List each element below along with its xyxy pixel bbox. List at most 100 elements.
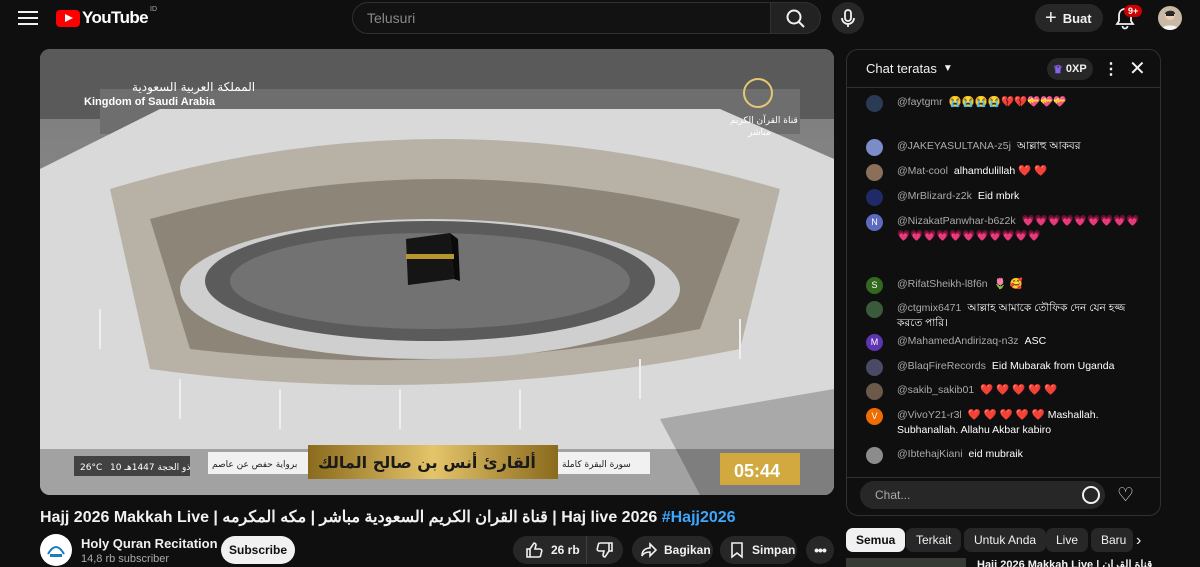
heart-reaction-icon[interactable]: ♡ (1117, 484, 1134, 507)
clock-text: 05:44 (734, 461, 780, 481)
temperature-text: 26°C (80, 463, 102, 473)
chat-avatar[interactable] (866, 301, 883, 318)
hashtag-link[interactable]: #Hajj2026 (662, 509, 736, 526)
recommended-thumbnail[interactable] (846, 558, 966, 567)
search-button[interactable] (771, 2, 821, 34)
chat-message: @JAKEYASULTANA-z5j আল্লাহু আকবর (866, 139, 1146, 156)
recommended-video[interactable]: Hajj 2026 Makkah Live | قناة القران (846, 558, 1161, 567)
chat-input[interactable]: Chat... (860, 481, 1105, 509)
chat-text: ❤️ ❤️ ❤️ ❤️ ❤️ (980, 384, 1058, 396)
chat-avatar[interactable] (866, 359, 883, 376)
hijri-date-text: 10 ذو الحجة 1447هـ (110, 463, 190, 473)
more-actions-icon[interactable]: ••• (806, 536, 834, 564)
search-input[interactable]: Telusuri (352, 2, 771, 34)
chat-avatar[interactable]: N (866, 214, 883, 231)
chat-message: @faytgmr 😭😭😭😭💔💔💝💝💝 (866, 95, 1146, 112)
chat-author[interactable]: @NizakatPanwhar-b6z2k (897, 215, 1016, 227)
chat-avatar[interactable] (866, 189, 883, 206)
create-button[interactable]: + Buat (1035, 4, 1103, 32)
chat-avatar[interactable] (866, 164, 883, 181)
chat-author[interactable]: @faytgmr (897, 96, 943, 108)
chat-author[interactable]: @BlaqFireRecords (897, 360, 986, 372)
share-label: Bagikan (664, 543, 711, 557)
save-button[interactable]: Simpan (720, 536, 797, 564)
chat-author[interactable]: @IbtehajKiani (897, 448, 963, 460)
chat-avatar[interactable]: V (866, 408, 883, 425)
thumbs-down-icon (596, 542, 613, 558)
chip-related[interactable]: Terkait (906, 528, 962, 552)
chat-avatar[interactable]: M (866, 334, 883, 351)
search-icon (786, 9, 805, 28)
live-chat-panel: Chat teratas ▼ ♛ 0XP ⋮ ✕ @faytgmr 😭😭😭😭💔💔💝💝💝… (846, 49, 1161, 516)
share-button[interactable]: Bagikan (632, 536, 713, 564)
chat-text: ASC (1024, 335, 1047, 347)
like-count: 26 rb (551, 543, 580, 557)
chat-text: 😭😭😭😭💔💔💝💝💝 (948, 96, 1067, 108)
channel-avatar[interactable] (40, 534, 72, 566)
chat-author[interactable]: @JAKEYASULTANA-z5j (897, 140, 1011, 152)
chat-text: eid mubraik (968, 448, 1023, 460)
chat-message: @IbtehajKiani eid mubraik (866, 447, 1146, 464)
chip-for-you[interactable]: Untuk Anda (964, 528, 1047, 552)
voice-search-button[interactable] (832, 2, 864, 34)
chat-avatar[interactable] (866, 95, 883, 112)
chat-message: @BlaqFireRecords Eid Mubarak from Uganda (866, 359, 1146, 376)
bookmark-icon (731, 542, 743, 559)
chip-all[interactable]: Semua (846, 528, 906, 552)
recommended-title[interactable]: Hajj 2026 Makkah Live | قناة القران (977, 558, 1152, 567)
chat-menu-icon[interactable]: ⋮ (1103, 59, 1119, 79)
chat-message: N @NizakatPanwhar-b6z2k 💗💗💗💗💗💗💗💗💗💗💗💗💗💗💗💗💗… (866, 214, 1146, 244)
thumbs-up-icon (526, 542, 543, 558)
video-title: Hajj 2026 Makkah Live | قناة القران الكر… (40, 507, 840, 527)
xp-label: 0XP (1065, 63, 1087, 75)
chat-author[interactable]: @RifatSheikh-l8f6n (897, 278, 988, 290)
chat-mode-selector[interactable]: Chat teratas (866, 61, 937, 76)
share-icon (641, 542, 658, 558)
video-player[interactable]: المملكة العربية السعودية Kingdom of Saud… (40, 49, 834, 495)
chat-author[interactable]: @MrBlizard-z2k (897, 190, 972, 202)
chip-new[interactable]: Baru (1091, 528, 1133, 552)
like-dislike-group: 26 rb (513, 536, 623, 564)
dislike-button[interactable] (587, 541, 623, 559)
kingdom-english-text: Kingdom of Saudi Arabia (84, 96, 216, 108)
channel-arabic-text: قناة القرآن الكريم (730, 114, 798, 126)
like-button[interactable]: 26 rb (513, 536, 587, 564)
chat-author[interactable]: @ctgmix6471 (897, 302, 961, 314)
chat-author[interactable]: @VivoY21-r3l (897, 409, 962, 421)
chat-message: S @RifatSheikh-l8f6n 🌷 🥰 (866, 277, 1146, 294)
xp-badge[interactable]: ♛ 0XP (1047, 58, 1093, 80)
close-chat-icon[interactable]: ✕ (1129, 56, 1146, 81)
video-title-main: Hajj 2026 Makkah Live | قناة القران الكر… (40, 509, 658, 526)
chip-live[interactable]: Live (1046, 528, 1089, 552)
chat-author[interactable]: @sakib_sakib01 (897, 384, 974, 396)
notification-badge: 9+ (1124, 5, 1143, 17)
emoji-icon[interactable] (1082, 486, 1100, 504)
chat-header: Chat teratas ▼ ♛ 0XP ⋮ ✕ (847, 50, 1160, 88)
chat-message: @MrBlizard-z2k Eid mbrk (866, 189, 1146, 206)
chat-author[interactable]: @MahamedAndirizaq-n3z (897, 335, 1019, 347)
top-bar: YouTube ID Telusuri + Buat 9+ (0, 0, 1200, 36)
hamburger-menu-icon[interactable] (16, 7, 40, 29)
microphone-icon (841, 9, 855, 27)
chevron-right-icon[interactable]: › (1136, 532, 1141, 550)
kingdom-arabic-text: المملكة العربية السعودية (132, 80, 255, 95)
crown-icon: ♛ (1053, 63, 1063, 76)
chat-message: M @MahamedAndirizaq-n3z ASC (866, 334, 1146, 351)
user-avatar[interactable] (1158, 6, 1182, 30)
chat-text: 🌷 🥰 (993, 278, 1023, 290)
chat-message: @ctgmix6471 আল্লাহ আমাকে তৌফিক দেন যেন হজ… (866, 301, 1146, 331)
chat-avatar[interactable] (866, 139, 883, 156)
subscribe-button[interactable]: Subscribe (221, 536, 295, 564)
save-label: Simpan (752, 543, 796, 557)
chat-footer: Chat... ♡ (847, 477, 1160, 515)
chat-author[interactable]: @Mat-cool (897, 165, 948, 177)
chat-avatar[interactable]: S (866, 277, 883, 294)
chat-text: Eid mbrk (977, 190, 1020, 202)
chevron-down-icon[interactable]: ▼ (943, 63, 953, 74)
chat-avatar[interactable] (866, 383, 883, 400)
chat-text: Eid Mubarak from Uganda (991, 360, 1115, 372)
channel-name[interactable]: Holy Quran Recitation (81, 536, 218, 551)
chat-avatar[interactable] (866, 447, 883, 464)
youtube-logo[interactable]: YouTube ID (56, 6, 157, 28)
search-placeholder: Telusuri (367, 10, 416, 26)
